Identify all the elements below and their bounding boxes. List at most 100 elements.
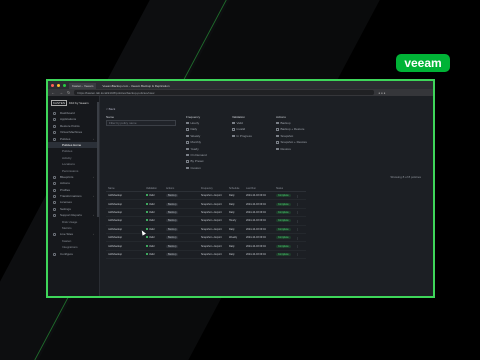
checkbox[interactable] [232, 134, 235, 138]
checkbox[interactable] [276, 134, 279, 138]
sidebar-item-label: Applications [60, 117, 77, 122]
checkbox[interactable] [186, 160, 189, 163]
column-header[interactable]: Actions [166, 187, 201, 190]
checkbox[interactable] [186, 128, 189, 131]
checkbox[interactable] [186, 147, 189, 151]
table-row[interactable]: mk8sbackup Valid Backup Snapshot + Export We… [106, 234, 306, 243]
policy-name: mk8sbackup [108, 244, 123, 248]
action-badge: Backup [166, 227, 179, 231]
filter-option[interactable]: By Preset [186, 159, 204, 163]
more-options-icon[interactable]: ⋮ [296, 202, 306, 206]
more-options-icon[interactable]: ⋮ [296, 252, 306, 256]
checkbox[interactable] [186, 141, 189, 144]
filter-option[interactable]: Custom [186, 166, 201, 170]
filter-option[interactable]: In Progress [232, 134, 252, 138]
checkbox[interactable] [186, 121, 189, 125]
status-badge-cell: Complete [276, 252, 296, 256]
table-row[interactable]: mk8sbackup Valid Backup Snapshot + Export Da… [106, 242, 306, 251]
sidebar-item[interactable]: Configure [48, 251, 99, 257]
filter-option[interactable]: Invalid [232, 127, 245, 131]
sidebar-item-label: Disk Usage [62, 219, 78, 224]
schedule: Daily [229, 202, 235, 206]
sidebar-item-label: Settings [60, 206, 71, 211]
column-header[interactable]: Validation [146, 187, 166, 190]
checkbox[interactable] [276, 121, 279, 125]
filter-option[interactable]: Snapshot + Restore [276, 140, 307, 144]
column-header[interactable]: Status [276, 187, 296, 190]
checkbox[interactable] [186, 134, 189, 138]
filter-option[interactable]: Backup + Restore [276, 127, 304, 131]
back-arrow-icon[interactable]: ← [51, 90, 55, 95]
filter-option-label: Weekly [190, 133, 201, 138]
reload-icon[interactable]: ↻ [67, 90, 70, 95]
browser-tab[interactable]: Kasten - Veeam [69, 83, 97, 89]
sidebar-item-label: Policies [62, 149, 73, 154]
table-row[interactable]: mk8sbackup Valid Backup Snapshot + Export Ho… [106, 217, 306, 226]
policy-name-cell: mk8sbackup [106, 245, 146, 248]
column-header[interactable]: Name [106, 187, 146, 190]
forward-arrow-icon[interactable]: → [59, 90, 63, 95]
filter-option[interactable]: Valid [232, 121, 243, 125]
sidebar-item-label: Metrics [62, 226, 72, 231]
schedule-cell: Daily [229, 211, 246, 214]
schedule-cell: Daily [229, 228, 246, 231]
more-options-icon[interactable]: ⋮ [296, 227, 306, 231]
browser-url-bar: ← → ↻ https://kasten.lab.local/k10/#/pol… [48, 89, 433, 96]
table-row[interactable]: mk8sbackup Valid Backup Snapshot + Export Da… [106, 251, 306, 260]
extension-icons[interactable]: ● ● ● [378, 91, 385, 95]
table-row[interactable]: mk8sbackup Valid Backup Snapshot + Export Da… [106, 209, 306, 218]
status-badge: Complete [276, 194, 291, 198]
validation: Valid [149, 194, 155, 198]
nav-icon [53, 188, 56, 192]
policy-name-cell: mk8sbackup [106, 211, 146, 214]
column-header[interactable]: Last Run [246, 187, 276, 190]
status-badge-cell: Complete [276, 210, 296, 214]
sidebar-item-label: Restore Points [60, 123, 80, 128]
more-options-icon[interactable]: ⋮ [296, 194, 306, 198]
nav-icon [53, 118, 56, 122]
filter-option[interactable]: Hourly [186, 121, 199, 125]
filter-option[interactable]: Snapshot [276, 134, 293, 138]
minimize-window-icon[interactable] [57, 83, 60, 87]
checkbox[interactable] [276, 147, 279, 151]
filter-option[interactable]: Restore [276, 147, 291, 151]
filter-option-label: Monthly [190, 140, 202, 145]
schedule: Daily [229, 227, 235, 231]
app-name: K10 by Veeam [69, 101, 89, 105]
more-options-icon[interactable]: ⋮ [296, 236, 306, 240]
validation-cell: Valid [146, 219, 166, 222]
filter-option[interactable]: Daily [186, 127, 197, 131]
checkbox[interactable] [276, 141, 279, 144]
validation-cell: Valid [146, 236, 166, 239]
browser-tab[interactable]: VeeamBackup.com - Veeam Backup & Replica… [99, 83, 172, 89]
filter-option[interactable]: Monthly [186, 140, 201, 144]
column-header[interactable]: Frequency [201, 187, 229, 190]
back-link[interactable]: < Back [106, 107, 115, 111]
checkbox[interactable] [186, 166, 189, 170]
checkbox[interactable] [232, 121, 235, 125]
more-options-icon[interactable]: ⋮ [296, 219, 306, 223]
checkbox[interactable] [276, 128, 279, 131]
filter-option[interactable]: Backup [276, 121, 291, 125]
maximize-window-icon[interactable] [63, 83, 66, 87]
sidebar-scrollbar[interactable] [97, 102, 99, 217]
action-badge-cell: Backup [166, 194, 201, 198]
filter-option[interactable]: Yearly [186, 147, 199, 151]
close-window-icon[interactable] [51, 83, 54, 87]
filter-option[interactable]: Weekly [186, 134, 200, 138]
more-options-icon[interactable]: ⋮ [296, 244, 306, 248]
more-options-icon[interactable]: ⋮ [296, 210, 306, 214]
schedule: Weekly [229, 236, 238, 240]
table-row[interactable]: mk8sbackup Valid Backup Snapshot + Export Da… [106, 192, 306, 201]
checkbox[interactable] [186, 153, 189, 157]
checkbox[interactable] [232, 128, 235, 131]
filter-option-label: Restore [280, 146, 292, 151]
address-input[interactable]: https://kasten.lab.local/k10/#/policies/… [74, 90, 375, 95]
column-header[interactable]: Schedule [229, 187, 246, 190]
action-badge: Backup [166, 210, 179, 214]
filter-option-label: Daily [190, 127, 198, 132]
search-input[interactable]: Filter by policy name [106, 120, 176, 126]
filter-option[interactable]: On Demand [186, 153, 207, 157]
table-row[interactable]: mk8sbackup Valid Backup Snapshot + Export Da… [106, 226, 306, 234]
table-row[interactable]: mk8sbackup Valid Backup Snapshot + Export Da… [106, 200, 306, 209]
